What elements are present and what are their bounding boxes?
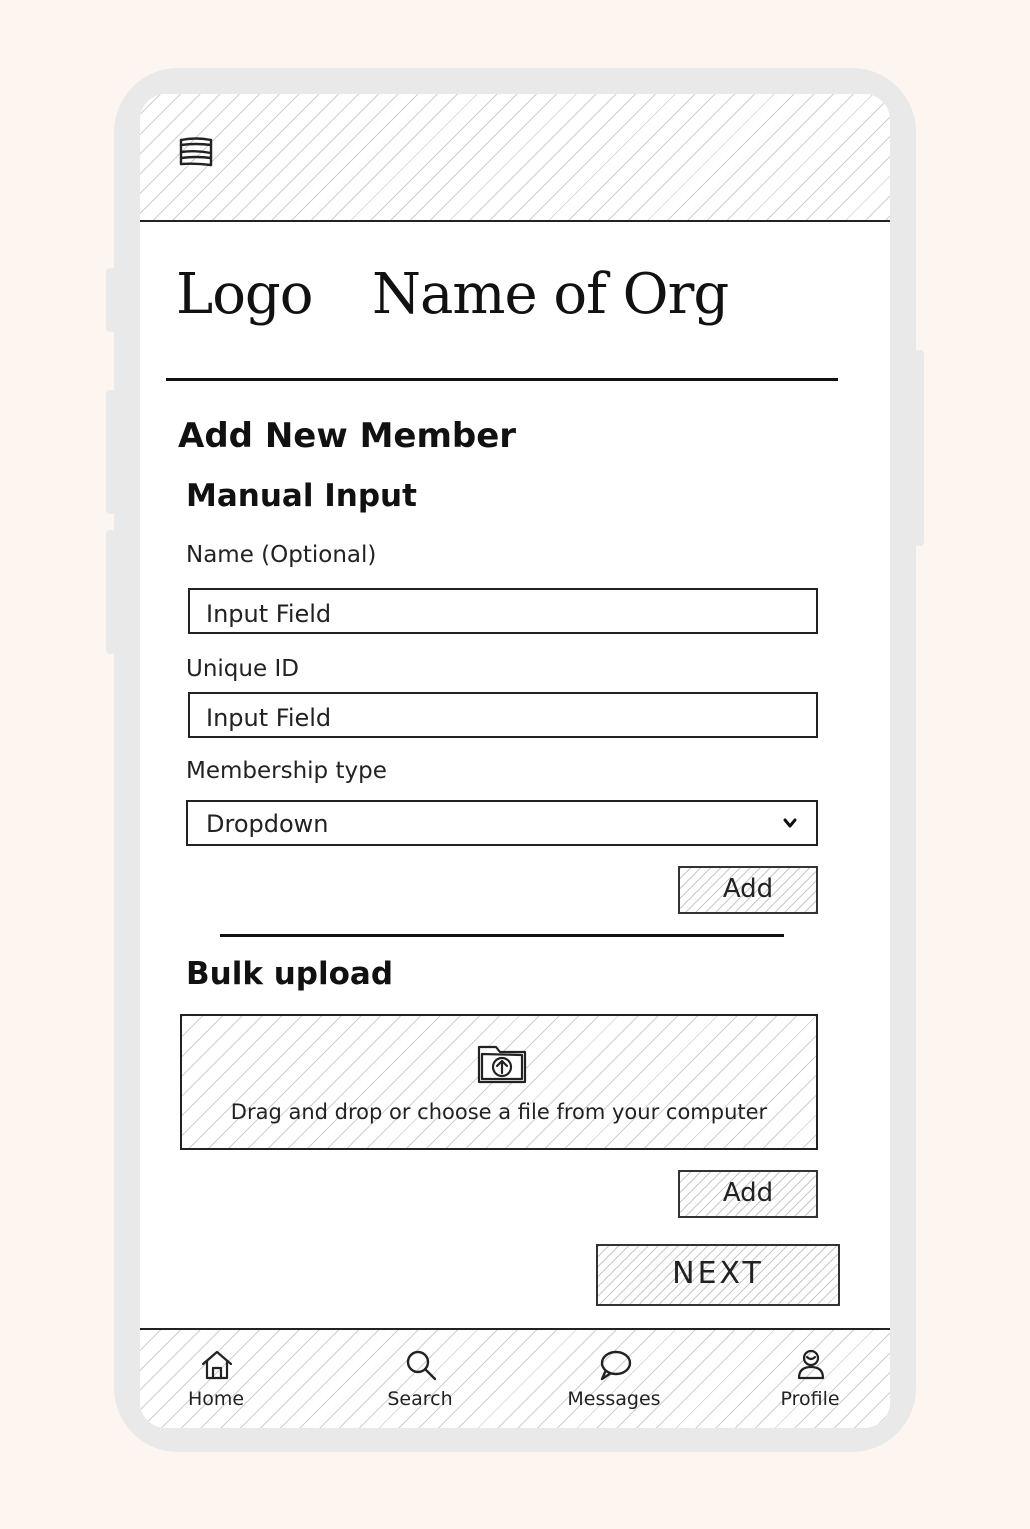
nav-item-messages[interactable]: Messages xyxy=(554,1330,674,1428)
phone-side-button xyxy=(106,390,116,514)
page-title: Add New Member xyxy=(178,416,517,456)
unique-id-input[interactable] xyxy=(188,692,818,738)
nav-item-profile[interactable]: Profile xyxy=(750,1330,870,1428)
header-divider xyxy=(166,378,838,381)
phone-side-button xyxy=(914,350,924,546)
dropdown-selected-value: Dropdown xyxy=(206,810,329,838)
org-name: Name of Org xyxy=(372,262,729,327)
logo: Logo xyxy=(176,262,313,327)
bulk-add-button[interactable]: Add xyxy=(678,1170,818,1218)
add-member-button[interactable]: Add xyxy=(678,866,818,914)
unique-id-label: Unique ID xyxy=(186,656,299,682)
profile-icon xyxy=(797,1349,825,1380)
app-header: Logo Name of Org xyxy=(176,262,836,352)
app-screen: Logo Name of Org Add New Member Manual I… xyxy=(140,94,890,1428)
top-app-bar xyxy=(140,94,890,222)
name-label: Name (Optional) xyxy=(186,542,377,568)
nav-label-profile: Profile xyxy=(780,1388,840,1410)
dropzone-text: Drag and drop or choose a file from your… xyxy=(230,1100,768,1124)
phone-side-button xyxy=(106,268,116,332)
next-button[interactable]: NEXT xyxy=(596,1244,840,1306)
bottom-nav-bar: Home Search Messages Profile xyxy=(140,1328,890,1428)
name-input[interactable] xyxy=(188,588,818,634)
chevron-down-icon xyxy=(783,818,797,828)
hamburger-menu-icon[interactable] xyxy=(178,136,214,170)
nav-item-home[interactable]: Home xyxy=(156,1330,276,1428)
manual-input-heading: Manual Input xyxy=(186,478,417,514)
nav-label-messages: Messages xyxy=(567,1388,661,1410)
membership-type-label: Membership type xyxy=(186,758,387,784)
home-icon xyxy=(201,1350,233,1380)
nav-label-home: Home xyxy=(187,1388,245,1410)
search-icon xyxy=(406,1350,437,1381)
nav-label-search: Search xyxy=(387,1388,453,1410)
membership-type-dropdown[interactable]: Dropdown xyxy=(186,800,818,846)
bulk-upload-heading: Bulk upload xyxy=(186,956,394,992)
phone-side-button xyxy=(106,530,116,654)
section-divider xyxy=(220,934,784,937)
nav-item-search[interactable]: Search xyxy=(360,1330,480,1428)
chat-bubble-icon xyxy=(600,1350,632,1381)
folder-upload-icon xyxy=(477,1045,527,1084)
file-dropzone[interactable]: Drag and drop or choose a file from your… xyxy=(180,1014,818,1150)
